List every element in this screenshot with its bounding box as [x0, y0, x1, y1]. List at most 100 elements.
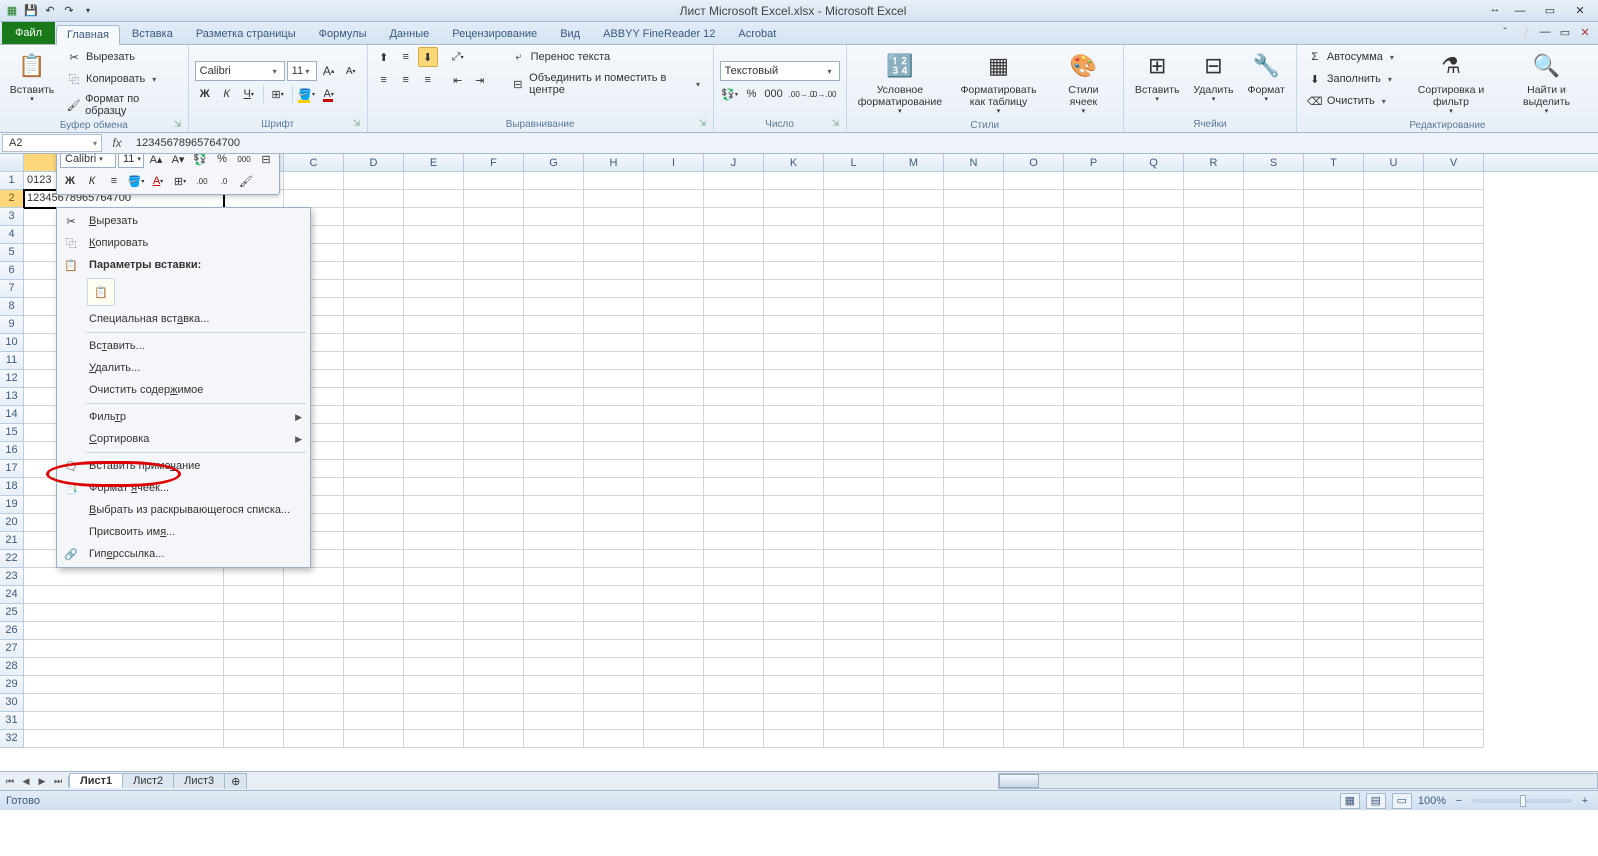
cell-G31[interactable]: [524, 712, 584, 730]
cell-E14[interactable]: [404, 406, 464, 424]
tab-acrobat[interactable]: Acrobat: [727, 24, 787, 44]
cell-I6[interactable]: [644, 262, 704, 280]
cell-D18[interactable]: [344, 478, 404, 496]
cell-H29[interactable]: [584, 676, 644, 694]
cell-T29[interactable]: [1304, 676, 1364, 694]
cell-N12[interactable]: [944, 370, 1004, 388]
cell-R32[interactable]: [1184, 730, 1244, 748]
cell-R23[interactable]: [1184, 568, 1244, 586]
cell-V10[interactable]: [1424, 334, 1484, 352]
cell-K26[interactable]: [764, 622, 824, 640]
cell-K25[interactable]: [764, 604, 824, 622]
cell-J26[interactable]: [704, 622, 764, 640]
cell-I23[interactable]: [644, 568, 704, 586]
cell-R6[interactable]: [1184, 262, 1244, 280]
cell-S26[interactable]: [1244, 622, 1304, 640]
cell-R2[interactable]: [1184, 190, 1244, 208]
cell-M6[interactable]: [884, 262, 944, 280]
cell-K32[interactable]: [764, 730, 824, 748]
cell-E13[interactable]: [404, 388, 464, 406]
cell-N3[interactable]: [944, 208, 1004, 226]
cell-K3[interactable]: [764, 208, 824, 226]
cell-H19[interactable]: [584, 496, 644, 514]
cell-R26[interactable]: [1184, 622, 1244, 640]
cell-O22[interactable]: [1004, 550, 1064, 568]
col-header-V[interactable]: V: [1424, 154, 1484, 171]
cell-Q32[interactable]: [1124, 730, 1184, 748]
cell-I30[interactable]: [644, 694, 704, 712]
format-cells-button[interactable]: 🔧Формат▾: [1243, 47, 1290, 107]
cell-G14[interactable]: [524, 406, 584, 424]
cell-R15[interactable]: [1184, 424, 1244, 442]
window-close-icon[interactable]: ✕: [1578, 25, 1592, 39]
cell-O13[interactable]: [1004, 388, 1064, 406]
cell-A27[interactable]: [24, 640, 224, 658]
cell-P5[interactable]: [1064, 244, 1124, 262]
cell-R30[interactable]: [1184, 694, 1244, 712]
row-header-12[interactable]: 12: [0, 370, 24, 388]
cell-P21[interactable]: [1064, 532, 1124, 550]
cm-hyperlink[interactable]: 🔗Гиперссылка...: [57, 543, 310, 565]
mini-shrink-font-icon[interactable]: A▾: [168, 154, 188, 169]
cell-M17[interactable]: [884, 460, 944, 478]
cell-U16[interactable]: [1364, 442, 1424, 460]
cell-L6[interactable]: [824, 262, 884, 280]
cell-N21[interactable]: [944, 532, 1004, 550]
cell-G23[interactable]: [524, 568, 584, 586]
cell-L14[interactable]: [824, 406, 884, 424]
cell-P15[interactable]: [1064, 424, 1124, 442]
cell-D8[interactable]: [344, 298, 404, 316]
number-format-selector[interactable]: Текстовый▾: [720, 61, 840, 81]
cell-J20[interactable]: [704, 514, 764, 532]
tab-data[interactable]: Данные: [378, 24, 440, 44]
cell-T19[interactable]: [1304, 496, 1364, 514]
align-left-button[interactable]: ≡: [374, 70, 394, 90]
cell-G3[interactable]: [524, 208, 584, 226]
cell-O27[interactable]: [1004, 640, 1064, 658]
cell-J4[interactable]: [704, 226, 764, 244]
cell-O12[interactable]: [1004, 370, 1064, 388]
row-header-3[interactable]: 3: [0, 208, 24, 226]
cell-U17[interactable]: [1364, 460, 1424, 478]
view-normal-button[interactable]: ▦: [1340, 793, 1360, 809]
cell-Q7[interactable]: [1124, 280, 1184, 298]
cell-G18[interactable]: [524, 478, 584, 496]
redo-icon[interactable]: ↷: [61, 3, 77, 19]
mini-format-painter-icon[interactable]: 🖌: [236, 171, 256, 191]
cell-T25[interactable]: [1304, 604, 1364, 622]
percent-button[interactable]: %: [742, 84, 762, 104]
cell-M26[interactable]: [884, 622, 944, 640]
cell-I22[interactable]: [644, 550, 704, 568]
cell-A26[interactable]: [24, 622, 224, 640]
cell-M31[interactable]: [884, 712, 944, 730]
cell-H8[interactable]: [584, 298, 644, 316]
cell-B31[interactable]: [224, 712, 284, 730]
cell-R5[interactable]: [1184, 244, 1244, 262]
cell-Q8[interactable]: [1124, 298, 1184, 316]
cell-L2[interactable]: [824, 190, 884, 208]
cell-M18[interactable]: [884, 478, 944, 496]
minimize-button[interactable]: —: [1506, 3, 1534, 19]
cell-I4[interactable]: [644, 226, 704, 244]
cell-Q3[interactable]: [1124, 208, 1184, 226]
cell-K21[interactable]: [764, 532, 824, 550]
cell-H6[interactable]: [584, 262, 644, 280]
cell-H30[interactable]: [584, 694, 644, 712]
cell-Q13[interactable]: [1124, 388, 1184, 406]
cell-O14[interactable]: [1004, 406, 1064, 424]
cell-G8[interactable]: [524, 298, 584, 316]
cell-V13[interactable]: [1424, 388, 1484, 406]
cell-D4[interactable]: [344, 226, 404, 244]
cell-T20[interactable]: [1304, 514, 1364, 532]
cell-U5[interactable]: [1364, 244, 1424, 262]
cell-R22[interactable]: [1184, 550, 1244, 568]
cell-K29[interactable]: [764, 676, 824, 694]
cell-M23[interactable]: [884, 568, 944, 586]
cell-L29[interactable]: [824, 676, 884, 694]
cell-K4[interactable]: [764, 226, 824, 244]
cell-O29[interactable]: [1004, 676, 1064, 694]
cell-P20[interactable]: [1064, 514, 1124, 532]
cell-I12[interactable]: [644, 370, 704, 388]
cell-T2[interactable]: [1304, 190, 1364, 208]
cell-H4[interactable]: [584, 226, 644, 244]
